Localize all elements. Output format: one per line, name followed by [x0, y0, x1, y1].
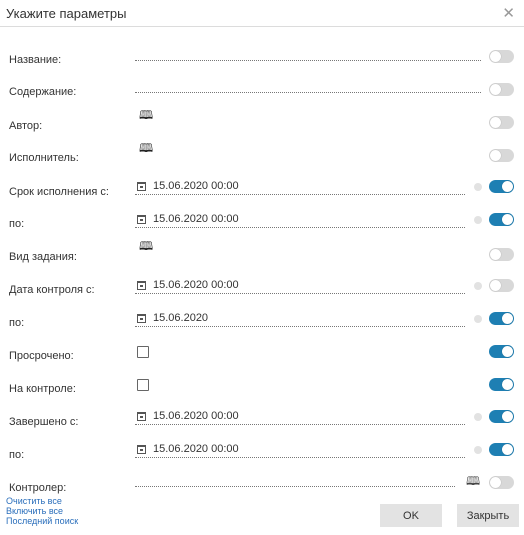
content-label: Содержание:	[9, 86, 77, 98]
control-to-value: 15.06.2020	[153, 312, 209, 324]
address-book-icon[interactable]: 🕮	[139, 106, 153, 127]
on-control-checkbox[interactable]	[137, 379, 149, 391]
control-from-label: Дата контроля с:	[9, 284, 95, 296]
close-button[interactable]: Закрыть	[457, 504, 519, 527]
due-to-toggle[interactable]	[489, 213, 514, 226]
overdue-toggle[interactable]	[489, 345, 514, 358]
completed-from-label: Завершено с:	[9, 416, 79, 428]
address-book-icon[interactable]: 🕮	[139, 139, 153, 160]
on-control-label: На контроле:	[9, 383, 76, 395]
overdue-label: Просрочено:	[9, 350, 74, 362]
completed-to-value: 15.06.2020 00:00	[153, 443, 239, 455]
overdue-checkbox[interactable]	[137, 346, 149, 358]
calendar-icon[interactable]	[137, 215, 146, 224]
dialog-title: Укажите параметры	[6, 6, 127, 21]
controller-toggle[interactable]	[489, 476, 514, 489]
address-book-icon[interactable]: 🕮	[139, 237, 153, 258]
control-from-toggle[interactable]	[489, 279, 514, 292]
dialog-titlebar: Укажите параметры ✕	[0, 0, 524, 27]
clear-icon[interactable]	[474, 315, 482, 323]
executor-toggle[interactable]	[489, 149, 514, 162]
content-input[interactable]	[135, 78, 481, 93]
content-toggle[interactable]	[489, 83, 514, 96]
control-from-value: 15.06.2020 00:00	[153, 279, 239, 291]
control-to-toggle[interactable]	[489, 312, 514, 325]
clear-icon[interactable]	[474, 282, 482, 290]
name-toggle[interactable]	[489, 50, 514, 63]
completed-from-toggle[interactable]	[489, 410, 514, 423]
due-to-value: 15.06.2020 00:00	[153, 213, 239, 225]
author-label: Автор:	[9, 120, 43, 132]
clear-all-link[interactable]: Очистить все	[6, 496, 78, 506]
on-control-toggle[interactable]	[489, 378, 514, 391]
control-to-label: по:	[9, 317, 25, 329]
due-to-label: по:	[9, 218, 25, 230]
calendar-icon[interactable]	[137, 445, 146, 454]
ok-button[interactable]: OK	[380, 504, 442, 527]
controller-label: Контролер:	[9, 482, 67, 494]
enable-all-link[interactable]: Включить все	[6, 506, 78, 516]
completed-from-value: 15.06.2020 00:00	[153, 410, 239, 422]
calendar-icon[interactable]	[137, 281, 146, 290]
name-input[interactable]	[135, 46, 481, 61]
completed-to-toggle[interactable]	[489, 443, 514, 456]
task-type-toggle[interactable]	[489, 248, 514, 261]
due-from-value: 15.06.2020 00:00	[153, 180, 239, 192]
completed-to-label: по:	[9, 449, 25, 461]
due-from-label: Срок исполнения с:	[9, 186, 109, 198]
book-icon[interactable]: 🕮	[466, 472, 480, 493]
clear-icon[interactable]	[474, 446, 482, 454]
task-type-label: Вид задания:	[9, 251, 77, 263]
calendar-icon[interactable]	[137, 182, 146, 191]
clear-icon[interactable]	[474, 183, 482, 191]
due-from-toggle[interactable]	[489, 180, 514, 193]
clear-icon[interactable]	[474, 413, 482, 421]
clear-icon[interactable]	[474, 216, 482, 224]
last-search-link[interactable]: Последний поиск	[6, 516, 78, 526]
executor-label: Исполнитель:	[9, 152, 79, 164]
footer-links: Очистить все Включить все Последний поис…	[6, 496, 78, 526]
controller-input[interactable]	[135, 472, 455, 487]
calendar-icon[interactable]	[137, 314, 146, 323]
name-label: Название:	[9, 54, 62, 66]
author-toggle[interactable]	[489, 116, 514, 129]
calendar-icon[interactable]	[137, 412, 146, 421]
close-icon[interactable]: ✕	[502, 4, 515, 22]
